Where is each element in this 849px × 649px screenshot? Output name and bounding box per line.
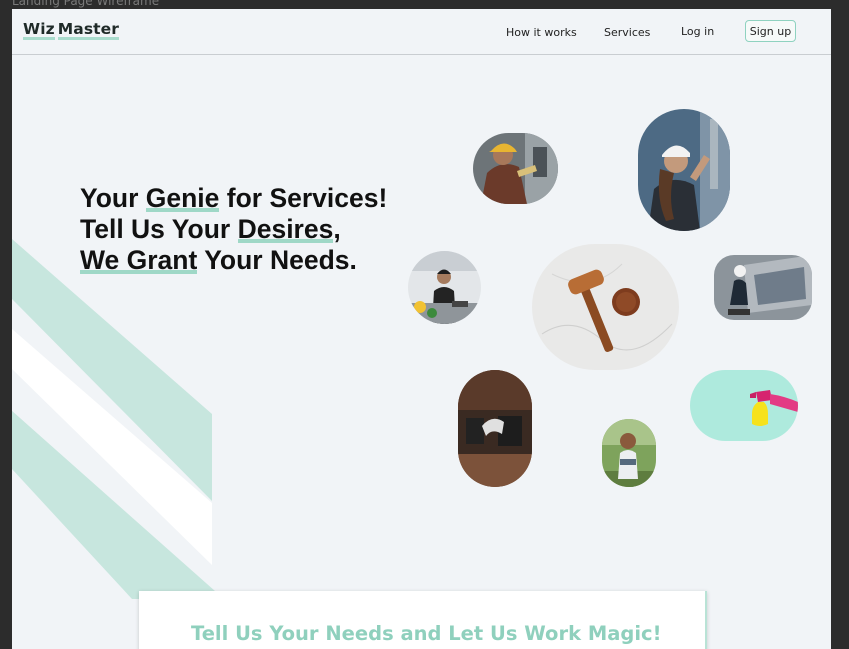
hero-text: for Services! bbox=[219, 183, 388, 213]
hero-line-2: Tell Us Your Desires, bbox=[80, 214, 387, 245]
landing-page: Wiz Master How it works Services Log in … bbox=[12, 9, 831, 649]
logo[interactable]: Wiz Master bbox=[23, 20, 120, 40]
logo-word-master: Master bbox=[57, 20, 120, 40]
hero-highlight-desires: Desires bbox=[237, 214, 334, 244]
child-photo bbox=[602, 419, 656, 487]
frame-label: Landing Page Wireframe bbox=[12, 0, 160, 8]
tool-belt-photo bbox=[458, 370, 532, 487]
spray-bottle-photo bbox=[690, 370, 798, 441]
hero-highlight-we-grant: We Grant bbox=[80, 245, 198, 275]
chef-photo bbox=[408, 251, 481, 324]
sign-up-button[interactable]: Sign up bbox=[745, 20, 796, 42]
hero-text: , bbox=[333, 214, 341, 244]
hero-text: Your Needs. bbox=[197, 245, 357, 275]
hero-line-3: We Grant Your Needs. bbox=[80, 245, 387, 276]
cta-card-title: Tell Us Your Needs and Let Us Work Magic… bbox=[191, 622, 662, 645]
cleaner-photo bbox=[714, 255, 812, 320]
hero-text: Tell Us Your bbox=[80, 214, 238, 244]
decorative-stripes bbox=[12, 239, 224, 599]
hero-heading: Your Genie for Services! Tell Us Your De… bbox=[80, 183, 387, 276]
technician-woman-photo bbox=[638, 109, 730, 231]
navbar: Wiz Master How it works Services Log in … bbox=[12, 9, 831, 55]
gavel-photo bbox=[532, 244, 679, 370]
logo-word-wiz: Wiz bbox=[23, 20, 55, 40]
hero-text: Your bbox=[80, 183, 146, 213]
nav-services[interactable]: Services bbox=[604, 26, 650, 39]
nav-log-in[interactable]: Log in bbox=[681, 25, 714, 38]
electrician-photo bbox=[473, 133, 558, 204]
cta-card: Tell Us Your Needs and Let Us Work Magic… bbox=[139, 591, 707, 649]
hero-highlight-genie: Genie bbox=[145, 183, 220, 213]
hero-line-1: Your Genie for Services! bbox=[80, 183, 387, 214]
nav-how-it-works[interactable]: How it works bbox=[506, 26, 577, 39]
